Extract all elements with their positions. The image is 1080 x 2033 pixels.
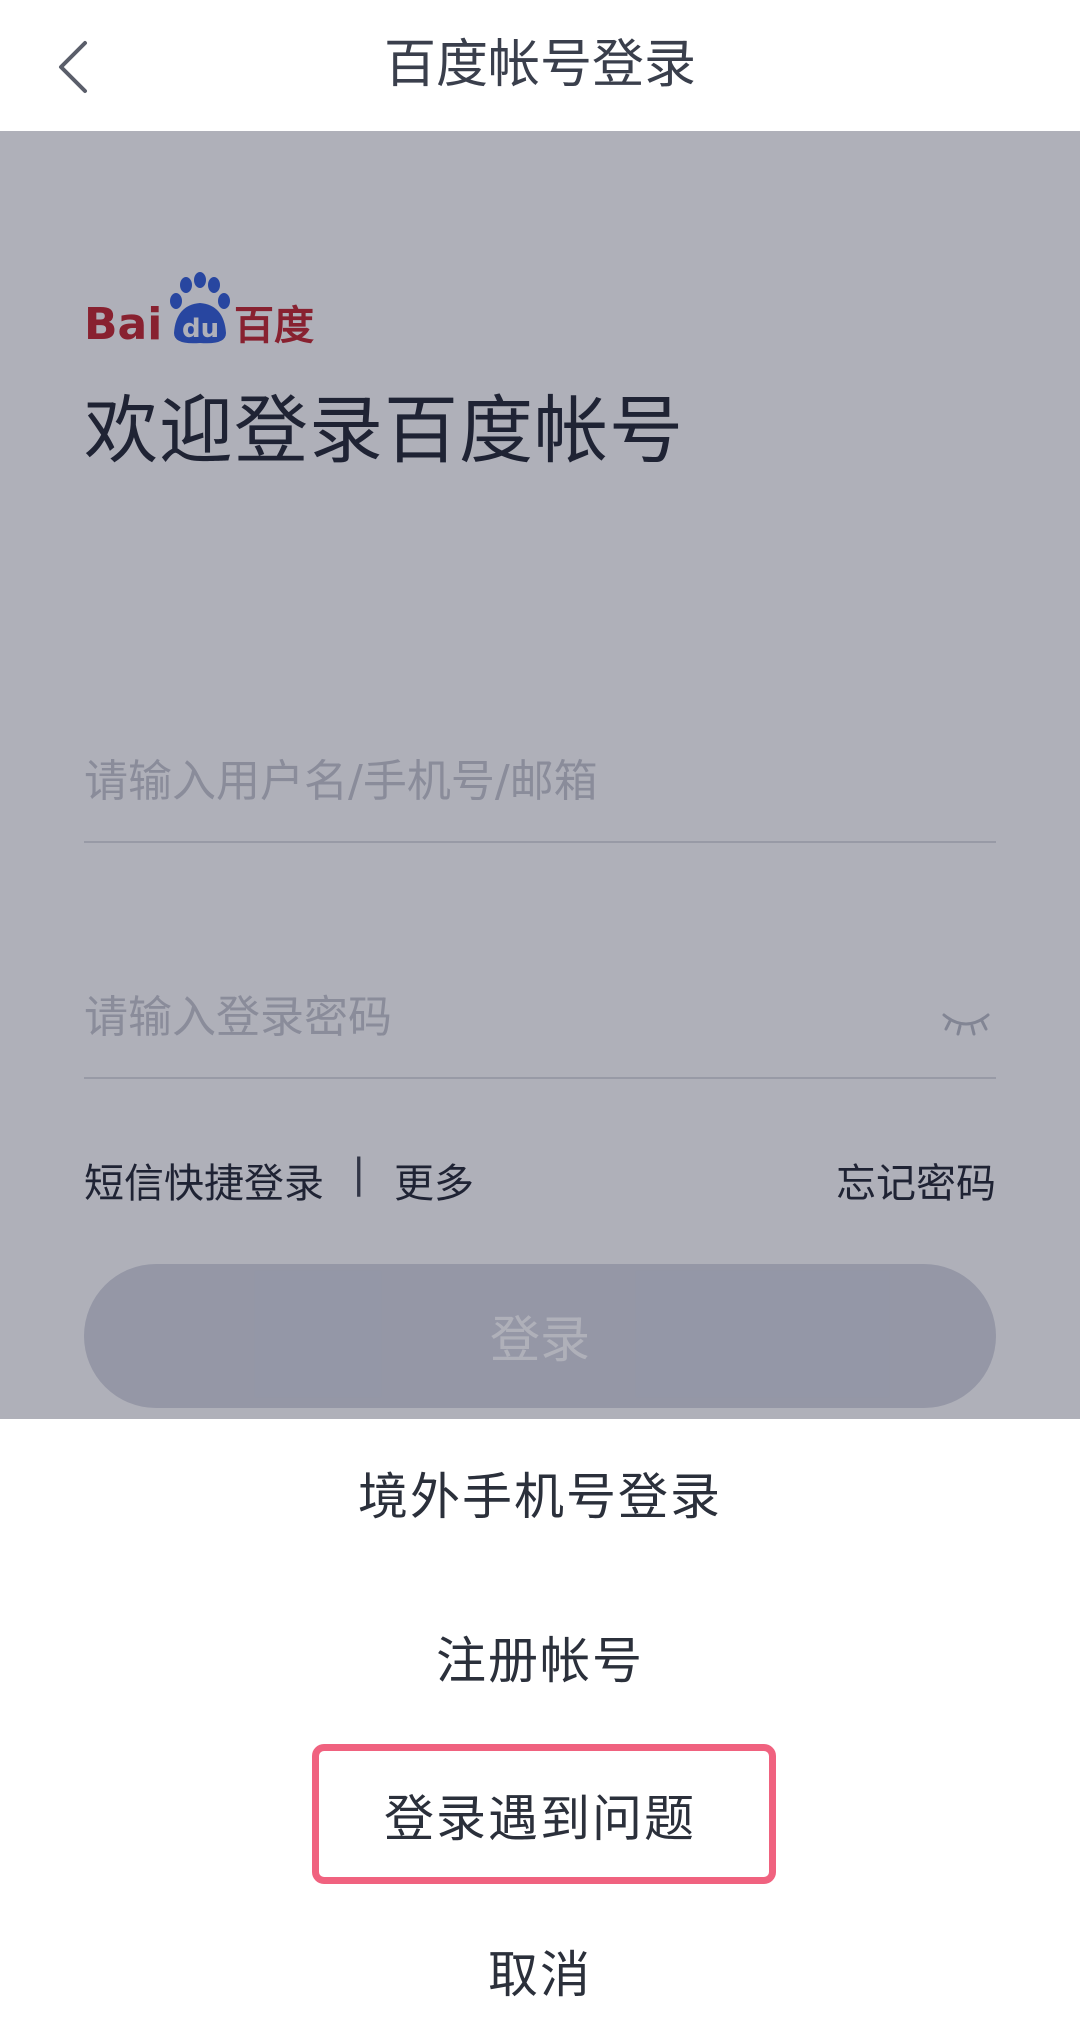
login-problem-option[interactable]: 登录遇到问题 <box>0 1741 1080 1889</box>
page-title: 百度帐号登录 <box>383 35 696 95</box>
top-bar: 百度帐号登录 <box>0 0 1080 131</box>
overseas-phone-login-option[interactable]: 境外手机号登录 <box>0 1419 1080 1567</box>
cancel-option[interactable]: 取消 <box>0 1897 1080 2033</box>
action-sheet: 境外手机号登录 注册帐号 登录遇到问题 取消 <box>0 1419 1080 2033</box>
register-account-option[interactable]: 注册帐号 <box>0 1583 1080 1731</box>
back-button[interactable] <box>28 22 118 112</box>
page: 百度帐号登录 Bai du 百度 欢迎登录百度帐号 请输入用户名/手机号/邮箱 … <box>0 0 1080 2033</box>
dim-overlay[interactable] <box>0 131 1080 1419</box>
chevron-left-icon <box>59 41 87 93</box>
